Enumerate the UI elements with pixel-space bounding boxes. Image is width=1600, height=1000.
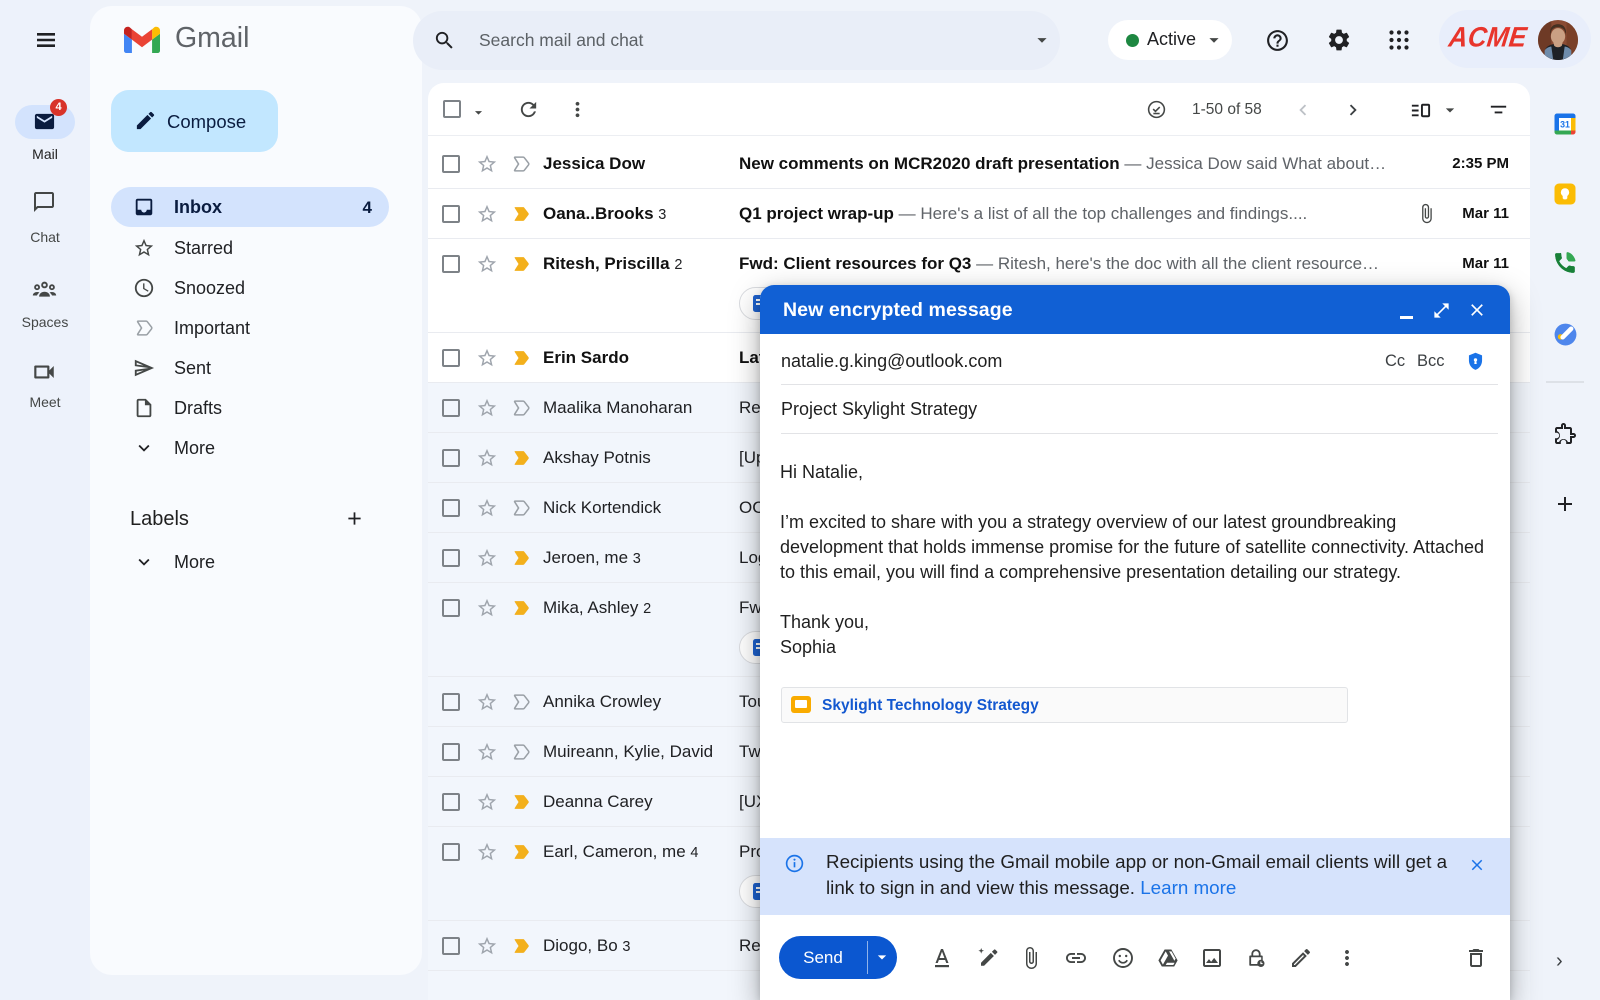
svg-text:31: 31	[1560, 119, 1570, 129]
